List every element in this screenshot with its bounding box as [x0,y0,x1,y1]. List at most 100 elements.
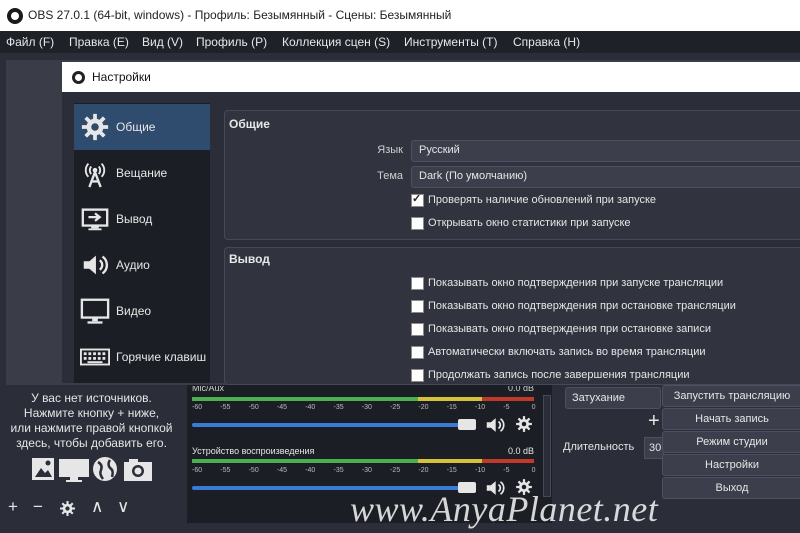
move-source-up-button[interactable]: ∧ [91,497,103,517]
meter-scale-label: -60 [192,467,203,474]
output-monitor-icon [81,208,109,231]
settings-dialog-icon [72,71,85,84]
meter-scale-label: -15 [446,467,457,474]
source-types-icons [32,457,152,482]
mute-speaker-icon[interactable] [483,414,507,436]
mixer-track-name: Mic/Aux [192,386,225,393]
confirm-stop-record-checkbox[interactable] [411,323,424,336]
mixer-scrollbar[interactable] [543,395,551,497]
sources-empty-line: или нажмите правой кнопкой [10,421,173,435]
meter-scale-label: -35 [333,404,344,411]
language-select-value: Русский [419,144,460,156]
theme-select-value: Dark (По умолчанию) [419,170,527,182]
confirm-stop-stream-label: Показывать окно подтверждения при остано… [428,300,736,312]
language-label: Язык [377,144,403,156]
keep-recording-label: Продолжать запись после завершения транс… [428,369,690,381]
start-record-button[interactable]: Начать запись [662,408,800,430]
source-properties-gear-icon[interactable] [59,500,76,517]
language-select[interactable]: Русский [411,140,800,162]
meter-scale-label: -55 [220,404,231,411]
duration-input[interactable]: 30 [644,437,664,459]
meter-scale-label: -5 [503,404,510,411]
meter-scale-label: -45 [276,467,288,474]
mixer-track-level: 0.0 dB [508,386,535,393]
speaker-icon [83,255,109,275]
confirm-start-stream-checkbox[interactable] [411,277,424,290]
meter-scale-label: -55 [220,467,231,474]
meter-green [192,459,418,463]
output-group [224,247,800,385]
sidebar-item-hotkeys[interactable]: Горячие клавиш [74,334,210,380]
menu-view[interactable]: Вид (V) [142,35,183,49]
meter-scale-label: -10 [475,404,486,411]
check-updates-checkbox[interactable] [411,192,424,207]
window-title: OBS 27.0.1 (64-bit, windows) - Профиль: … [28,8,452,22]
add-transition-button[interactable]: + [648,410,660,433]
studio-mode-button[interactable]: Режим студии [662,431,800,453]
meter-scale-label: -25 [390,467,401,474]
theme-label: Тема [377,170,403,182]
menu-tools[interactable]: Инструменты (T) [404,35,497,49]
meter-scale-label: -35 [333,467,344,474]
auto-record-label: Автоматически включать запись во время т… [428,346,706,358]
confirm-stop-stream-checkbox[interactable] [411,300,424,313]
meter-scale-label: -45 [276,404,288,411]
camera-source-icon [124,459,152,481]
menu-scene-collection[interactable]: Коллекция сцен (S) [282,35,390,49]
meter-scale-label: -30 [361,467,372,474]
move-source-down-button[interactable]: ∨ [117,497,129,517]
gear-icon [81,113,109,141]
settings-button[interactable]: Настройки [662,454,800,476]
general-group-title: Общие [229,117,270,131]
start-stream-button[interactable]: Запустить трансляцию [662,385,800,407]
meter-scale-label: -50 [248,404,259,411]
meter-scale-label: -40 [305,467,316,474]
sidebar-item-label: Вывод [116,212,153,226]
settings-dialog-titlebar: Настройки [62,62,800,92]
meter-red [482,397,534,401]
check-updates-label: Проверять наличие обновлений при запуске [428,194,657,206]
sources-empty-line: здесь, чтобы добавить его. [16,436,167,450]
transition-select[interactable]: Затухание [565,387,661,409]
sidebar-item-output[interactable]: Вывод [74,196,210,242]
sidebar-item-video[interactable]: Видео [74,288,210,334]
meter-scale-label: -10 [475,467,486,474]
mixer-settings-gear-icon[interactable] [515,415,533,433]
keyboard-icon [80,348,110,366]
confirm-stop-record-label: Показывать окно подтверждения при остано… [428,323,711,335]
transition-select-value: Затухание [572,392,626,404]
volume-slider-handle[interactable] [458,419,476,430]
keep-recording-checkbox[interactable] [411,369,424,382]
meter-red [482,459,534,463]
sidebar-item-stream[interactable]: Вещание [74,150,210,196]
volume-slider[interactable] [192,423,472,427]
meter-scale-label: -30 [361,404,372,411]
open-stats-checkbox[interactable] [411,217,424,230]
meter-scale-label: -60 [192,404,203,411]
meter-scale-label: -20 [418,467,429,474]
settings-dialog-title: Настройки [92,70,151,84]
menu-file[interactable]: Файл (F) [6,35,54,49]
sidebar-item-audio[interactable]: Аудио [74,242,210,288]
confirm-start-stream-label: Показывать окно подтверждения при запуск… [428,277,724,289]
remove-source-button[interactable]: − [33,497,43,517]
auto-record-checkbox[interactable] [411,346,424,359]
broadcast-antenna-icon [84,162,106,188]
obs-logo-icon [7,8,23,24]
sidebar-item-general[interactable]: Общие [74,104,210,150]
add-source-button[interactable]: + [8,497,18,517]
menu-profile[interactable]: Профиль (P) [196,35,267,49]
menu-edit[interactable]: Правка (E) [69,35,129,49]
display-capture-icon [59,459,89,482]
menubar: Файл (F) Правка (E) Вид (V) Профиль (P) … [0,31,800,53]
open-stats-label: Открывать окно статистики при запуске [428,217,631,229]
exit-button[interactable]: Выход [662,477,800,499]
monitor-icon [80,298,110,324]
duration-value: 30 [649,442,662,454]
watermark: www.AnyaPlanet.net [350,489,659,529]
theme-select[interactable]: Dark (По умолчанию) [411,166,800,188]
duration-label: Длительность [563,441,635,453]
meter-scale-label: 0 [531,404,536,411]
menu-help[interactable]: Справка (H) [513,35,580,49]
meter-scale-label: -40 [305,404,316,411]
